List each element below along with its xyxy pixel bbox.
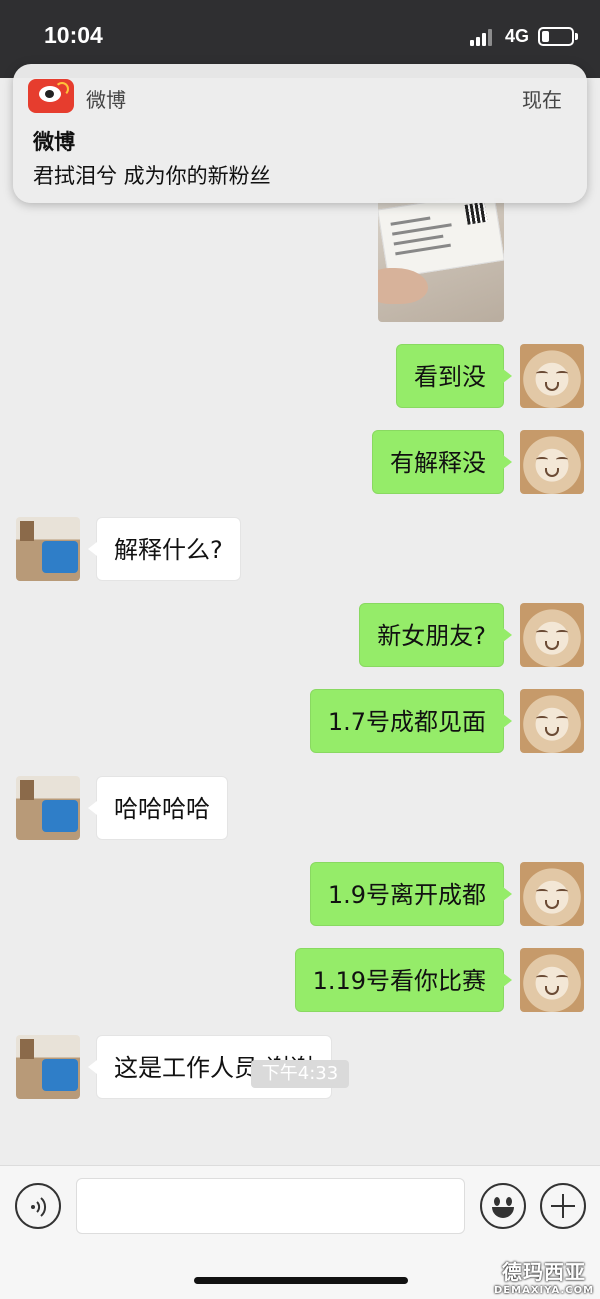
avatar-friend[interactable]	[16, 1035, 80, 1099]
emoji-icon	[494, 1197, 500, 1206]
watermark-en: DEMAXIYA.COM	[494, 1285, 595, 1296]
message-bubble-self[interactable]: 1.9号离开成都	[309, 862, 513, 926]
voice-icon	[31, 1197, 47, 1217]
message-row: 哈哈哈哈	[0, 776, 600, 840]
avatar-friend[interactable]	[16, 517, 80, 581]
message-bubble-self[interactable]: 1.19号看你比赛	[294, 948, 513, 1012]
message-bubble-self[interactable]: 1.7号成都见面	[309, 689, 513, 753]
notification-body: 君拭泪兮 成为你的新粉丝	[33, 164, 271, 188]
avatar-self[interactable]	[520, 862, 584, 926]
message-row: 新女朋友?	[0, 603, 600, 667]
notification-time: 现在	[522, 88, 562, 112]
watermark-logo: 德玛西亚 DEMAXIYA.COM	[494, 1256, 594, 1296]
message-input[interactable]	[76, 1178, 465, 1234]
avatar-self[interactable]	[520, 689, 584, 753]
message-bubble-self[interactable]: 看到没	[396, 344, 512, 408]
avatar-self[interactable]	[520, 603, 584, 667]
message-row: 1.9号离开成都	[0, 862, 600, 926]
voice-button[interactable]	[15, 1183, 61, 1229]
avatar-self[interactable]	[520, 948, 584, 1012]
chat-area[interactable]: 看到没 有解释没 解释什么? 新女朋友? 1.7号成都见面 哈哈哈哈 1.9号离…	[0, 78, 600, 1165]
message-row: 看到没	[0, 344, 600, 408]
message-row: 1.7号成都见面	[0, 689, 600, 753]
timestamp-badge: 下午4:33	[251, 1060, 349, 1088]
battery-level	[542, 31, 549, 42]
avatar-friend[interactable]	[16, 776, 80, 840]
signal-icon	[470, 28, 496, 46]
message-row: 1.19号看你比赛	[0, 948, 600, 1012]
message-row: 解释什么?	[0, 517, 600, 581]
notification-title: 微博	[33, 130, 75, 154]
message-bubble-friend[interactable]: 哈哈哈哈	[88, 776, 228, 840]
ticket-photo	[378, 198, 504, 279]
message-bubble-self[interactable]: 有解释没	[372, 430, 512, 494]
network-label: 4G	[505, 26, 530, 46]
weibo-icon	[28, 79, 74, 113]
qr-code-icon	[464, 201, 488, 225]
image-message[interactable]	[378, 198, 504, 322]
avatar-self[interactable]	[520, 430, 584, 494]
watermark-cn: 德玛西亚	[502, 1260, 586, 1284]
battery-icon	[538, 27, 578, 46]
avatar-self[interactable]	[520, 344, 584, 408]
message-bubble-self[interactable]: 新女朋友?	[359, 603, 512, 667]
notification-banner[interactable]: 微博 现在 微博 君拭泪兮 成为你的新粉丝	[13, 64, 587, 203]
status-time: 10:04	[44, 22, 103, 48]
plus-button[interactable]	[540, 1183, 586, 1229]
message-row: 有解释没	[0, 430, 600, 494]
emoji-button[interactable]	[480, 1183, 526, 1229]
message-bubble-friend[interactable]: 解释什么?	[88, 517, 241, 581]
notification-app-name: 微博	[86, 88, 126, 112]
home-indicator[interactable]	[194, 1277, 408, 1284]
